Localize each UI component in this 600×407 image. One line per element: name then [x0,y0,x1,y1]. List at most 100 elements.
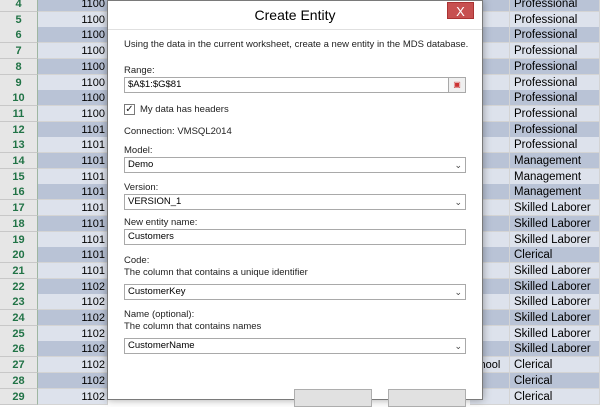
cell-id[interactable]: 1100 [38,106,108,122]
row-header[interactable]: 13 [0,137,38,153]
cell-id[interactable]: 1101 [38,137,108,153]
cell-occupation[interactable]: Professional [510,0,600,12]
cell-occupation[interactable]: Skilled Laborer [510,341,600,357]
cell-id[interactable]: 1100 [38,75,108,91]
cell-occupation[interactable]: Skilled Laborer [510,294,600,310]
cell-occupation[interactable]: Professional [510,27,600,43]
cell-occupation[interactable]: Professional [510,122,600,138]
name-label: Name (optional): [124,309,195,320]
cell-id[interactable]: 1102 [38,389,108,405]
cell-id[interactable]: 1102 [38,373,108,389]
cell-id[interactable]: 1100 [38,27,108,43]
row-header[interactable]: 11 [0,106,38,122]
cell-id[interactable]: 1100 [38,59,108,75]
cell-occupation[interactable]: Clerical [510,357,600,373]
row-header[interactable]: 6 [0,27,38,43]
headers-checkbox[interactable]: ✓ [124,104,135,115]
code-select[interactable]: CustomerKey ⌄ [124,284,466,300]
cell-occupation[interactable]: Management [510,153,600,169]
cell-occupation[interactable]: Professional [510,106,600,122]
row-header[interactable]: 7 [0,43,38,59]
cell-occupation[interactable]: Skilled Laborer [510,326,600,342]
cell-id[interactable]: 1101 [38,263,108,279]
cell-occupation[interactable]: Professional [510,12,600,28]
cell-occupation[interactable]: Clerical [510,373,600,389]
create-entity-dialog: Create Entity X Using the data in the cu… [107,0,483,407]
version-value: VERSION_1 [128,196,182,207]
cell-occupation[interactable]: Professional [510,75,600,91]
version-select[interactable]: VERSION_1 ⌄ [124,194,466,210]
cell-id[interactable]: 1100 [38,90,108,106]
cell-id[interactable]: 1102 [38,310,108,326]
code-label: Code: [124,255,150,266]
cell-id[interactable]: 1101 [38,153,108,169]
cancel-button[interactable] [388,389,466,407]
range-select-icon[interactable]: ▣ [448,78,465,92]
cell-occupation[interactable]: Professional [510,43,600,59]
code-description: The column that contains a unique identi… [124,267,308,278]
cell-occupation[interactable]: Skilled Laborer [510,263,600,279]
cell-occupation[interactable]: Management [510,169,600,185]
cell-id[interactable]: 1101 [38,200,108,216]
row-header[interactable]: 4 [0,0,38,12]
row-header[interactable]: 17 [0,200,38,216]
row-header[interactable]: 23 [0,294,38,310]
cell-id[interactable]: 1101 [38,247,108,263]
row-header[interactable]: 21 [0,263,38,279]
dialog-titlebar: Create Entity X [108,1,482,30]
row-header[interactable]: 28 [0,373,38,389]
row-header[interactable]: 16 [0,184,38,200]
row-header[interactable]: 10 [0,90,38,106]
cell-id[interactable]: 1102 [38,294,108,310]
cell-occupation[interactable]: Professional [510,59,600,75]
row-header[interactable]: 8 [0,59,38,75]
row-header[interactable]: 20 [0,247,38,263]
ok-button[interactable] [294,389,372,407]
model-select[interactable]: Demo ⌄ [124,157,466,173]
row-header[interactable]: 25 [0,326,38,342]
cell-id[interactable]: 1101 [38,169,108,185]
row-header[interactable]: 29 [0,389,38,405]
cell-occupation[interactable]: Skilled Laborer [510,232,600,248]
cell-occupation[interactable]: Skilled Laborer [510,310,600,326]
name-select[interactable]: CustomerName ⌄ [124,338,466,354]
entity-name-value: Customers [128,231,174,242]
row-header[interactable]: 12 [0,122,38,138]
cell-id[interactable]: 1101 [38,232,108,248]
headers-label: My data has headers [140,104,229,115]
cell-occupation[interactable]: Professional [510,137,600,153]
cell-id[interactable]: 1101 [38,216,108,232]
cell-id[interactable]: 1102 [38,279,108,295]
row-header[interactable]: 19 [0,232,38,248]
cell-occupation[interactable]: Professional [510,90,600,106]
row-header[interactable]: 24 [0,310,38,326]
chevron-down-icon: ⌄ [454,341,462,351]
row-header[interactable]: 15 [0,169,38,185]
cell-occupation[interactable]: Clerical [510,389,600,405]
row-header[interactable]: 14 [0,153,38,169]
name-description: The column that contains names [124,321,262,332]
cell-id[interactable]: 1101 [38,184,108,200]
row-header[interactable]: 9 [0,75,38,91]
entity-name-input[interactable]: Customers [124,229,466,245]
row-header[interactable]: 18 [0,216,38,232]
cell-occupation[interactable]: Clerical [510,247,600,263]
row-header[interactable]: 22 [0,279,38,295]
cell-occupation[interactable]: Skilled Laborer [510,200,600,216]
range-field[interactable]: $A$1:$G$81 ▣ [124,77,466,93]
cell-id[interactable]: 1100 [38,43,108,59]
close-button[interactable]: X [447,2,474,19]
entity-name-label: New entity name: [124,217,198,228]
row-header[interactable]: 5 [0,12,38,28]
cell-id[interactable]: 1100 [38,12,108,28]
cell-id[interactable]: 1100 [38,0,108,12]
cell-id[interactable]: 1102 [38,326,108,342]
cell-id[interactable]: 1102 [38,357,108,373]
cell-id[interactable]: 1101 [38,122,108,138]
cell-occupation[interactable]: Skilled Laborer [510,216,600,232]
cell-occupation[interactable]: Management [510,184,600,200]
row-header[interactable]: 27 [0,357,38,373]
row-header[interactable]: 26 [0,341,38,357]
cell-occupation[interactable]: Skilled Laborer [510,279,600,295]
cell-id[interactable]: 1102 [38,341,108,357]
